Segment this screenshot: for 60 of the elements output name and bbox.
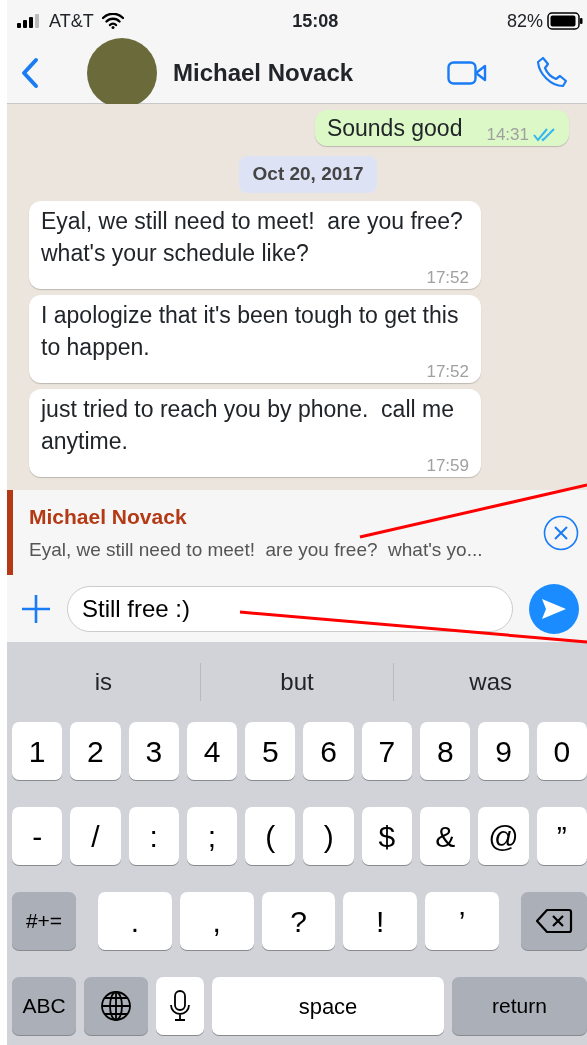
reply-sender-name: Michael Novack — [29, 503, 188, 530]
globe-icon[interactable] — [84, 977, 148, 1035]
wifi-icon — [101, 13, 124, 29]
send-icon — [540, 596, 568, 621]
key[interactable]: 4 — [186, 722, 238, 780]
key[interactable]: , — [179, 892, 254, 950]
key[interactable]: ( — [245, 807, 296, 865]
key[interactable]: ” — [536, 807, 587, 865]
message-time: 14:31 — [486, 126, 529, 144]
phone-icon[interactable] — [535, 55, 569, 90]
key[interactable]: $ — [361, 807, 413, 865]
key[interactable]: 0 — [536, 722, 587, 780]
signal-icon — [17, 14, 41, 28]
key[interactable]: 8 — [420, 722, 471, 780]
message-text: just tried to reach you by phone. call me anytime. — [41, 394, 455, 456]
suggestion[interactable]: was — [394, 664, 587, 700]
close-icon[interactable] — [543, 514, 579, 551]
delete-icon[interactable] — [521, 892, 587, 950]
key[interactable]: ; — [186, 807, 238, 865]
key[interactable]: ? — [261, 892, 336, 950]
key[interactable]: 7 — [361, 722, 413, 780]
message-text: Eyal, we still need to meet! are you free? what's your schedule like? — [41, 206, 464, 268]
key[interactable]: 9 — [478, 722, 529, 780]
key[interactable]: ) — [303, 807, 354, 865]
key[interactable]: ’ — [425, 892, 499, 950]
message-input-field[interactable]: Still free :) — [67, 585, 513, 632]
key[interactable]: & — [420, 807, 471, 865]
key[interactable]: #+= — [12, 892, 76, 950]
key[interactable]: 1 — [12, 722, 63, 780]
message-text: Sounds good — [326, 114, 463, 143]
key[interactable]: 3 — [128, 722, 179, 780]
message-time: 17:59 — [426, 456, 469, 475]
space-key[interactable]: space — [212, 977, 444, 1035]
key[interactable]: : — [128, 807, 179, 865]
date-chip: Oct 20, 2017 — [238, 156, 378, 193]
key[interactable]: ! — [343, 892, 418, 950]
send-button[interactable] — [529, 583, 579, 634]
key[interactable]: 5 — [245, 722, 296, 780]
suggestion[interactable]: but — [200, 664, 394, 700]
key[interactable]: return — [452, 977, 587, 1035]
key[interactable]: @ — [478, 807, 529, 865]
clock: 15:08 — [292, 9, 339, 33]
microphone-icon[interactable] — [156, 977, 204, 1035]
plus-icon[interactable] — [21, 593, 51, 624]
key[interactable]: 2 — [70, 722, 121, 780]
key[interactable]: ABC — [12, 977, 76, 1035]
key[interactable]: 6 — [303, 722, 354, 780]
battery-percent: 82% — [506, 9, 543, 33]
video-camera-icon[interactable] — [447, 60, 487, 85]
key[interactable]: / — [70, 807, 121, 865]
suggestion[interactable]: is — [7, 664, 200, 700]
key[interactable]: . — [98, 892, 172, 950]
battery-icon — [547, 12, 583, 30]
key[interactable]: - — [12, 807, 63, 865]
message-time: 17:52 — [426, 268, 469, 287]
carrier-name: AT&T — [49, 9, 94, 33]
reply-quoted-text: Eyal, we still need to meet! are you free? what's yo... — [29, 538, 484, 562]
message-time: 17:52 — [426, 362, 469, 381]
back-icon[interactable] — [21, 56, 39, 89]
message-text: I apologize that it's been tough to get this to happen. — [41, 300, 460, 362]
